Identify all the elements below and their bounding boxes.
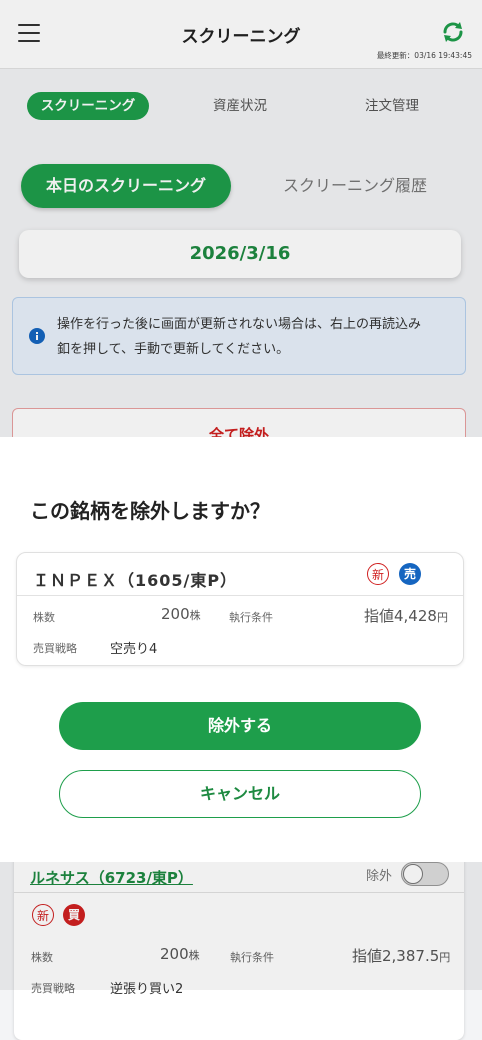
exclude-confirm-modal: この銘柄を除外しますか？ ＩＮＰＥＸ（1605/東P） 新 売 株数 200株 … [0,437,482,862]
stock-name: ＩＮＰＥＸ（1605/東P） [33,571,238,590]
divider [17,595,463,596]
shares-value: 200株 [161,605,201,623]
strategy-label: 売買戦略 [33,642,77,655]
sell-badge: 売 [399,563,421,585]
modal-backdrop-bottom[interactable] [0,862,482,990]
stock-card-inpex: ＩＮＰＥＸ（1605/東P） 新 売 株数 200株 執行条件 指値4,428円… [16,552,464,666]
strategy-value: 空売り4 [110,642,158,657]
condition-value: 指値4,428円 [364,607,448,625]
shares-label: 株数 [33,611,55,624]
new-badge: 新 [367,563,389,585]
modal-backdrop-top[interactable] [0,0,482,437]
confirm-exclude-button[interactable]: 除外する [59,702,421,750]
cancel-button[interactable]: キャンセル [59,770,421,818]
modal-question: この銘柄を除外しますか？ [30,499,270,523]
condition-label: 執行条件 [229,611,273,624]
